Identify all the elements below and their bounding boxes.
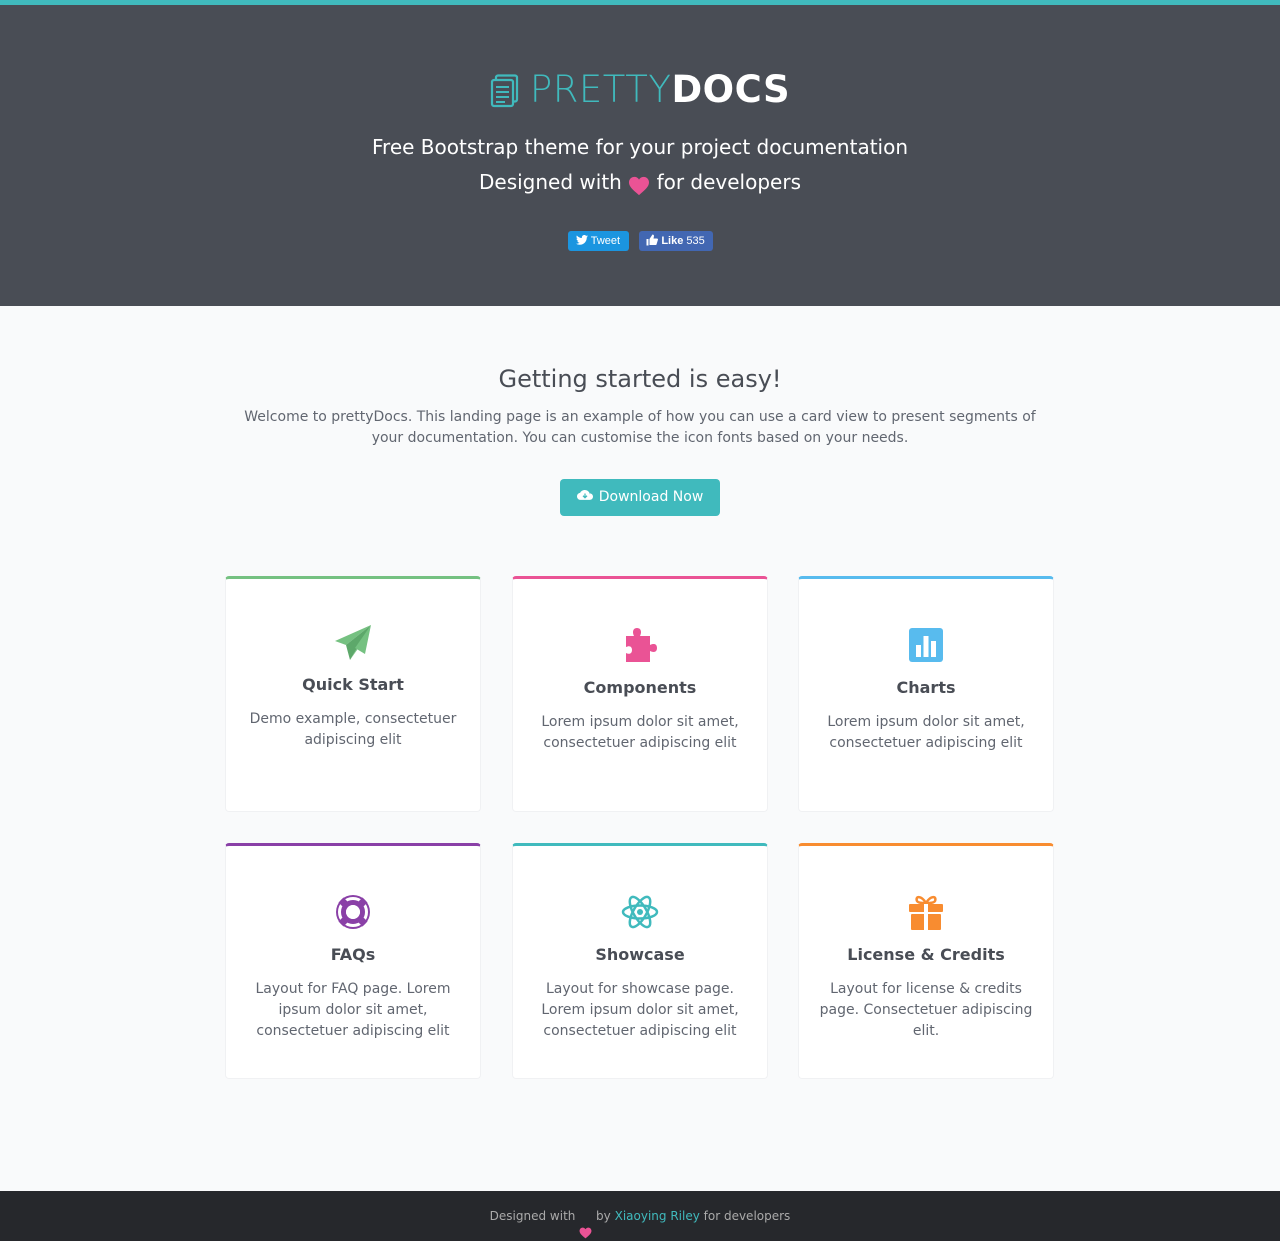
- card-description: Demo example, consectetuer adipiscing el…: [249, 711, 457, 748]
- card-description: Layout for FAQ page. Lorem ipsum dolor s…: [255, 981, 451, 1039]
- card-title: License & Credits: [847, 945, 1005, 964]
- download-button[interactable]: Download Now: [560, 479, 720, 516]
- life-ring-icon: [336, 895, 370, 929]
- author-link[interactable]: Xiaoying Riley: [615, 1209, 700, 1223]
- card-components[interactable]: Components Lorem ipsum dolor sit amet, c…: [512, 576, 768, 812]
- thumbs-up-icon: [646, 234, 659, 246]
- gift-icon: [909, 895, 943, 930]
- cloud-download-icon: [576, 490, 593, 500]
- intro-title: Getting started is easy!: [498, 365, 782, 393]
- card-showcase[interactable]: Showcase Layout for showcase page. Lorem…: [512, 843, 768, 1079]
- paper-plane-icon: [335, 625, 371, 660]
- card-title: FAQs: [330, 945, 376, 964]
- tagline-before: Designed with: [479, 170, 622, 194]
- card-license-credits[interactable]: License & Credits Layout for license & c…: [798, 843, 1054, 1079]
- tagline: Free Bootstrap theme for your project do…: [0, 130, 1280, 200]
- card-description: Layout for license & credits page. Conse…: [819, 981, 1033, 1039]
- heart-icon: [579, 1210, 592, 1238]
- document-icon: [490, 71, 520, 107]
- tagline-line2: Designed with for developers: [0, 165, 1280, 200]
- tagline-after: for developers: [656, 170, 801, 194]
- card-faqs[interactable]: FAQs Layout for FAQ page. Lorem ipsum do…: [225, 843, 481, 1079]
- like-label: Like: [661, 235, 684, 247]
- footer: Designed with by Xiaoying Riley for deve…: [0, 1191, 1280, 1241]
- tagline-line1: Free Bootstrap theme for your project do…: [371, 135, 909, 159]
- card-description: Lorem ipsum dolor sit amet, consectetuer…: [827, 714, 1025, 751]
- card-title: Components: [583, 678, 697, 697]
- card-title: Showcase: [595, 945, 685, 964]
- header: PRETTYDOCS Free Bootstrap theme for your…: [0, 0, 1280, 306]
- brand-docs: DOCS: [671, 68, 791, 111]
- card-charts[interactable]: Charts Lorem ipsum dolor sit amet, conse…: [798, 576, 1054, 812]
- branding-logo[interactable]: PRETTYDOCS: [0, 65, 1280, 115]
- card-description: Lorem ipsum dolor sit amet, consectetuer…: [541, 714, 739, 751]
- card-title: Charts: [896, 678, 956, 697]
- brand-pretty: PRETTY: [529, 68, 672, 111]
- intro-text: Welcome to prettyDocs. This landing page…: [244, 409, 1036, 446]
- footer-by: by: [596, 1209, 611, 1223]
- like-count: 535: [686, 235, 705, 247]
- social-buttons: Tweet Like 535: [0, 231, 1280, 251]
- tweet-label: Tweet: [590, 235, 621, 247]
- download-label: Download Now: [598, 489, 704, 505]
- card-quick-start[interactable]: Quick Start Demo example, consectetuer a…: [225, 576, 481, 812]
- bar-chart-icon: [909, 628, 943, 662]
- facebook-like-button[interactable]: Like 535: [638, 231, 713, 251]
- card-description: Layout for showcase page. Lorem ipsum do…: [541, 981, 739, 1039]
- footer-after: for developers: [703, 1209, 791, 1223]
- card-title: Quick Start: [302, 675, 404, 694]
- twitter-bird-icon: [575, 235, 588, 245]
- puzzle-icon: [626, 628, 657, 662]
- tweet-button[interactable]: Tweet: [567, 231, 629, 251]
- heart-icon: [628, 172, 650, 195]
- atom-icon: [621, 895, 659, 929]
- footer-before: Designed with: [489, 1209, 576, 1223]
